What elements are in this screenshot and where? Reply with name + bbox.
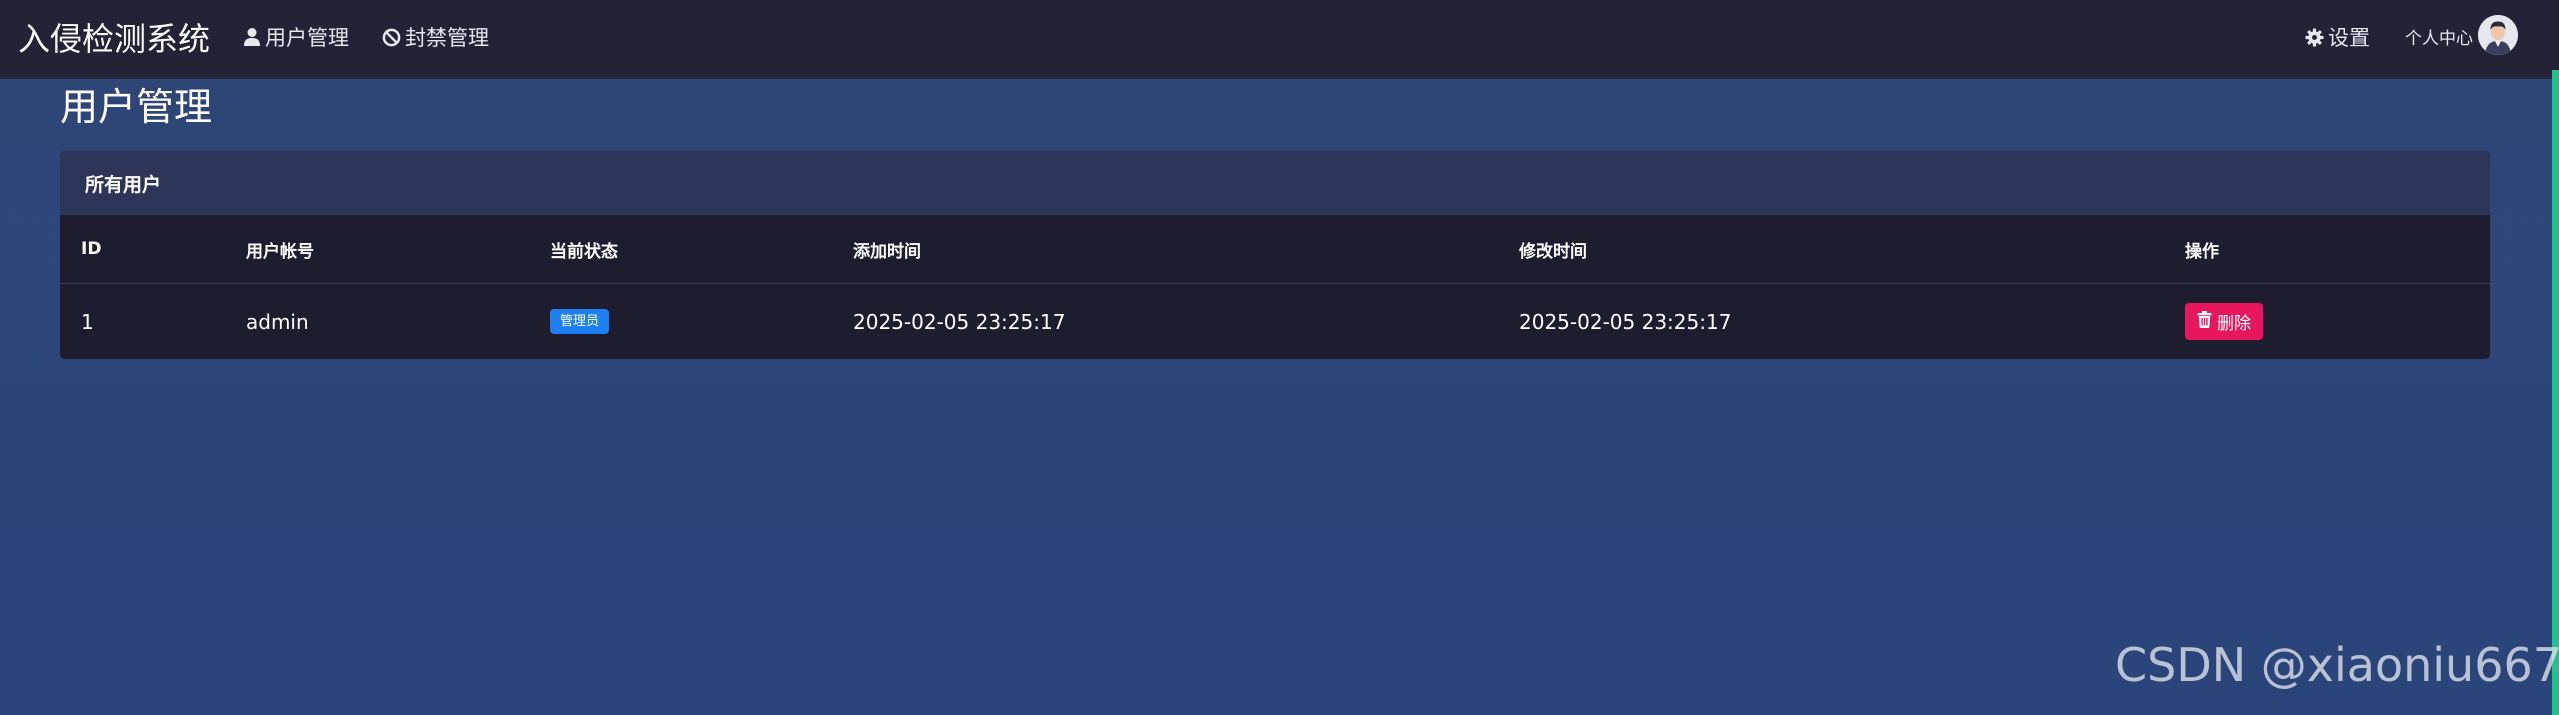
column-header-account: 用户帐号 [246,241,314,262]
cell-id: 1 [81,309,94,334]
watermark: CSDN @xiaoniu667 [2115,638,2559,692]
avatar[interactable] [2478,15,2518,55]
cell-status: 管理员 [550,284,610,359]
column-header-created: 添加时间 [853,241,921,262]
delete-button-label: 删除 [2217,314,2251,334]
trash-icon [2197,310,2212,333]
scrollbar-accent [2552,70,2559,715]
card-title: 所有用户 [60,151,2490,215]
column-header-status: 当前状态 [550,241,618,262]
table-header: ID 用户帐号 当前状态 添加时间 修改时间 操作 [60,215,2490,284]
nav-settings-label: 设置 [2328,26,2370,50]
cell-created: 2025-02-05 23:25:17 [853,309,1066,334]
cell-action: 删除 [2185,284,2263,359]
nav-ban-management-label: 封禁管理 [405,26,489,50]
cell-modified: 2025-02-05 23:25:17 [1519,309,1732,334]
page-title: 用户管理 [60,85,213,129]
nav-user-management-label: 用户管理 [265,26,349,50]
cell-account: admin [246,309,309,334]
status-badge: 管理员 [550,308,610,335]
column-header-action: 操作 [2185,241,2219,262]
top-navbar: 入侵检测系统 用户管理 封禁管理 设置 个人中心 [0,0,2559,78]
column-header-modified: 修改时间 [1519,241,1587,262]
nav-ban-management[interactable]: 封禁管理 [382,22,489,52]
users-card: 所有用户 ID 用户帐号 当前状态 添加时间 修改时间 操作 1 admin 管… [60,151,2490,359]
column-header-id: ID [81,239,102,259]
app-brand[interactable]: 入侵检测系统 [18,14,210,60]
nav-settings[interactable]: 设置 [2305,22,2370,52]
ban-icon [382,28,401,47]
nav-user-management[interactable]: 用户管理 [243,22,349,52]
nav-profile-label: 个人中心 [2405,29,2473,49]
table-row: 1 admin 管理员 2025-02-05 23:25:17 2025-02-… [60,284,2490,359]
gear-icon [2305,27,2324,47]
nav-profile-center[interactable]: 个人中心 [2405,24,2473,49]
delete-button[interactable]: 删除 [2185,303,2263,340]
user-icon [243,27,261,47]
